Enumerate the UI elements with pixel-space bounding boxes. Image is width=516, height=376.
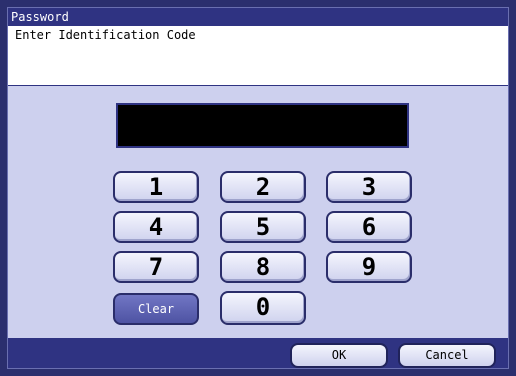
key-4[interactable]: 4	[113, 211, 199, 243]
key-1[interactable]: 1	[113, 171, 199, 203]
key-2[interactable]: 2	[220, 171, 306, 203]
screen-frame: Password Enter Identification Code 1 2 3…	[0, 0, 516, 376]
password-dialog: Password Enter Identification Code 1 2 3…	[7, 7, 509, 369]
key-8[interactable]: 8	[220, 251, 306, 283]
clear-button[interactable]: Clear	[113, 293, 199, 325]
ok-button[interactable]: OK	[290, 343, 388, 368]
key-5[interactable]: 5	[220, 211, 306, 243]
dialog-footer: OK Cancel	[8, 338, 508, 368]
key-0[interactable]: 0	[220, 291, 306, 325]
key-3[interactable]: 3	[326, 171, 412, 203]
code-display	[116, 103, 409, 148]
key-9[interactable]: 9	[326, 251, 412, 283]
prompt-text: Enter Identification Code	[15, 28, 196, 42]
dialog-title: Password	[8, 8, 508, 26]
key-7[interactable]: 7	[113, 251, 199, 283]
key-6[interactable]: 6	[326, 211, 412, 243]
prompt-area: Enter Identification Code	[8, 26, 508, 86]
cancel-button[interactable]: Cancel	[398, 343, 496, 368]
